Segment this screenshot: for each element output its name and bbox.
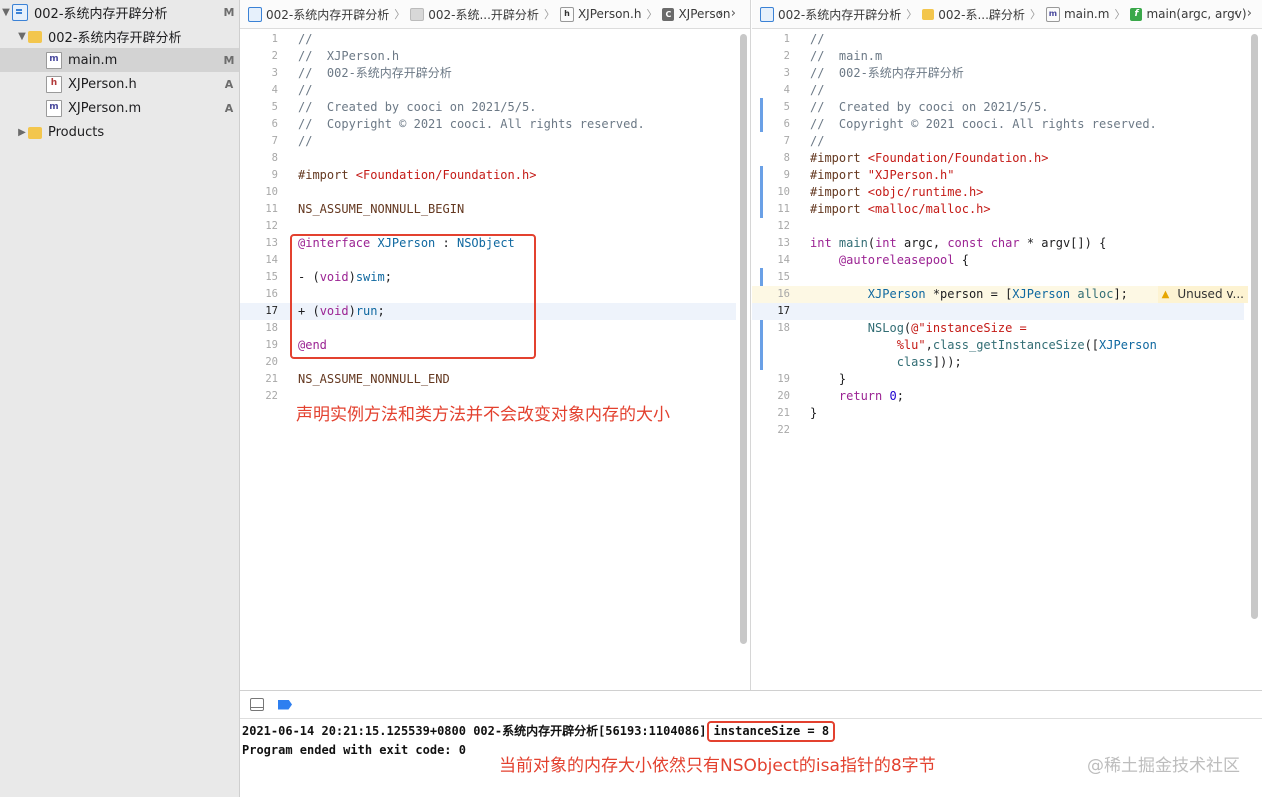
project-icon: [760, 6, 774, 22]
nav-item-label: 002-系统内存开辟分析: [48, 30, 182, 46]
nav-item-xjperson-m[interactable]: m XJPerson.m A: [0, 96, 239, 120]
annotation-left: 声明实例方法和类方法并不会改变对象内存的大小: [296, 405, 670, 425]
chevron-right-icon: 〉: [394, 8, 406, 21]
editor-left: 002-系统内存开辟分析 〉 002-系统...开辟分析 〉 h XJPerson…: [240, 0, 751, 690]
jump-bar: 002-系统内存开辟分析 〉 002-系统...开辟分析 〉 h XJPerson…: [240, 0, 750, 29]
breadcrumb[interactable]: 002-系统内存开辟分析: [248, 6, 389, 23]
project-navigator: ▼ 002-系统内存开辟分析 M ▼ 002-系统内存开辟分析 m main.m…: [0, 0, 240, 797]
history-nav[interactable]: ‹›: [718, 6, 744, 21]
breadcrumb-label: 002-系统内存开辟分析: [778, 7, 902, 22]
console-line: Program ended with exit code: 0: [242, 743, 466, 757]
breadcrumb-label: main.m: [1063, 7, 1110, 21]
highlight-box: instanceSize = 8: [707, 721, 836, 742]
nav-item-project[interactable]: ▼ 002-系统内存开辟分析 M: [0, 0, 239, 24]
chevron-right-icon[interactable]: ›: [1247, 6, 1260, 21]
nav-item-badge: A: [224, 77, 234, 91]
nav-item-label: 002-系统内存开辟分析: [34, 6, 168, 22]
annotation-console: 当前对象的内存大小依然只有NSObject的isa指针的8字节: [499, 756, 936, 776]
chevron-right-icon: 〉: [1029, 8, 1041, 21]
h-file-icon: h: [559, 6, 574, 22]
hide-debug-area-icon[interactable]: [250, 698, 264, 711]
warning-icon: ▲: [1161, 289, 1170, 300]
disclosure-collapsed-icon[interactable]: ▶: [16, 127, 28, 138]
highlight-box: [290, 234, 536, 359]
nav-item-label: XJPerson.m: [68, 100, 142, 116]
breadcrumb-label: XJPerson.h: [577, 7, 642, 21]
chevron-right-icon: 〉: [543, 8, 555, 21]
folder-icon: [28, 31, 42, 43]
watermark: @稀土掘金技术社区: [1087, 756, 1240, 776]
breadcrumb-label: 002-系统内存开辟分析: [266, 7, 390, 22]
chevron-right-icon: 〉: [646, 8, 658, 21]
m-file-icon: m: [46, 51, 62, 69]
chevron-right-icon[interactable]: ›: [731, 6, 744, 21]
console-highlight-text: instanceSize = 8: [713, 724, 830, 738]
project-icon: [248, 6, 262, 22]
breadcrumb[interactable]: h XJPerson.h: [559, 6, 642, 22]
breadcrumb[interactable]: f main(argc, argv): [1130, 7, 1247, 21]
disclosure-expanded-icon[interactable]: ▼: [0, 7, 12, 18]
h-file-icon: h: [46, 75, 62, 93]
nav-item-label: XJPerson.h: [68, 76, 137, 92]
warning-badge[interactable]: ▲ Unused v...: [1157, 286, 1248, 303]
function-icon: f: [1130, 7, 1143, 21]
nav-item-label: main.m: [68, 52, 118, 68]
nav-item-badge: M: [223, 53, 235, 67]
scrollbar[interactable]: [740, 34, 747, 644]
nav-item-label: Products: [48, 124, 105, 140]
folder-icon: [410, 7, 425, 21]
chevron-right-icon: 〉: [1114, 8, 1126, 21]
nav-item-group[interactable]: ▼ 002-系统内存开辟分析: [0, 24, 239, 48]
breadcrumb-label: main(argc, argv): [1146, 7, 1247, 21]
breadcrumb[interactable]: 002-系统内存开辟分析: [760, 6, 901, 23]
nav-item-xjperson-h[interactable]: h XJPerson.h A: [0, 72, 239, 96]
nav-item-badge: M: [223, 5, 235, 19]
class-icon: C: [662, 7, 675, 21]
chevron-left-icon[interactable]: ‹: [718, 6, 731, 21]
breakpoint-icon[interactable]: [278, 699, 292, 710]
m-file-icon: m: [1045, 6, 1060, 22]
nav-item-badge: A: [224, 101, 234, 115]
m-file-icon: m: [46, 99, 62, 117]
debug-console: 2021-06-14 20:21:15.125539+0800 002-系统内存…: [240, 690, 1262, 798]
disclosure-expanded-icon[interactable]: ▼: [16, 31, 28, 42]
warning-text: Unused v...: [1177, 287, 1244, 301]
breadcrumb[interactable]: 002-系...辟分析: [922, 6, 1025, 23]
jump-bar: 002-系统内存开辟分析 〉 002-系...辟分析 〉 m main.m 〉 f…: [752, 0, 1262, 29]
editor-right: 002-系统内存开辟分析 〉 002-系...辟分析 〉 m main.m 〉 f…: [752, 0, 1262, 690]
breadcrumb-label: 002-系...辟分析: [938, 7, 1025, 22]
console-toolbar: [240, 691, 1262, 719]
console-line: 2021-06-14 20:21:15.125539+0800 002-系统内存…: [242, 724, 707, 738]
scrollbar[interactable]: [1251, 34, 1258, 619]
nav-item-main-m[interactable]: m main.m M: [0, 48, 239, 72]
breadcrumb[interactable]: m main.m: [1045, 6, 1110, 22]
breadcrumb[interactable]: 002-系统...开辟分析: [410, 6, 539, 23]
nav-item-products[interactable]: ▶ Products: [0, 120, 239, 144]
project-icon: [12, 3, 28, 21]
history-nav[interactable]: ‹›: [1234, 6, 1260, 21]
chevron-left-icon[interactable]: ‹: [1234, 6, 1247, 21]
breadcrumb-label: 002-系统...开辟分析: [428, 7, 539, 22]
folder-icon: [922, 8, 935, 20]
chevron-right-icon: 〉: [906, 8, 918, 21]
folder-icon: [28, 127, 42, 139]
